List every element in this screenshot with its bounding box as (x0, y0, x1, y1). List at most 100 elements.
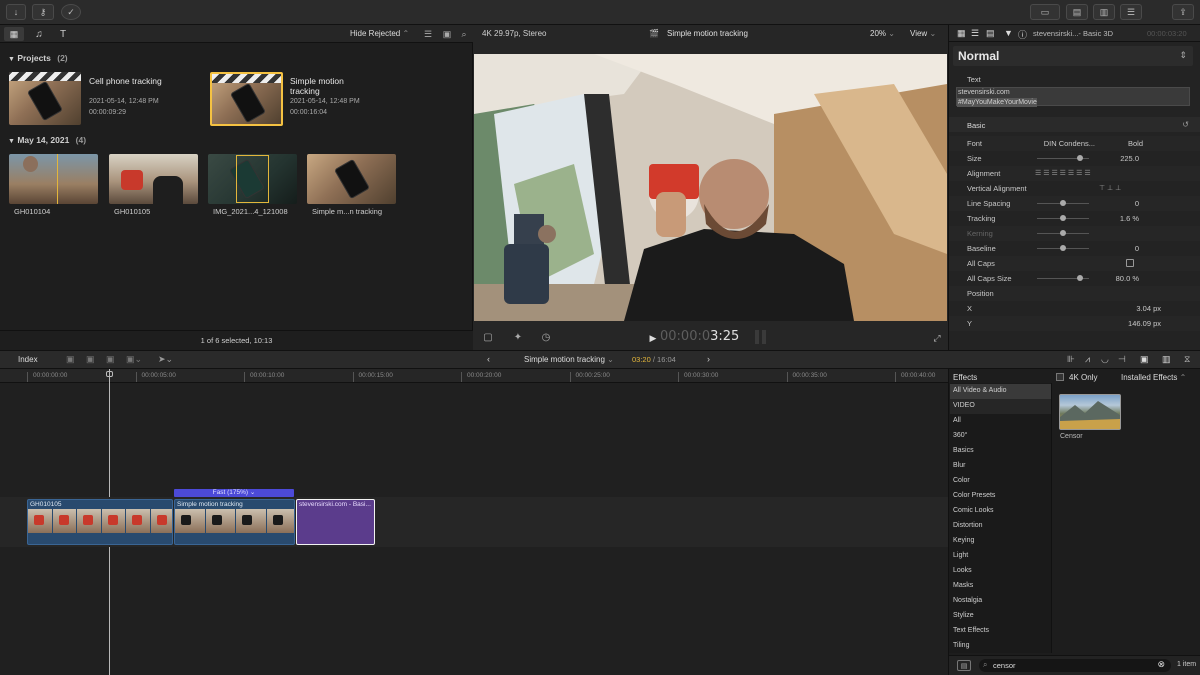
value-slider[interactable] (1037, 230, 1089, 236)
info-icon[interactable]: ⓘ (1018, 28, 1027, 41)
clip-appearance-icon[interactable]: ▣ (1140, 354, 1149, 365)
show-browser-button[interactable]: ▤ (1066, 4, 1088, 20)
effects-category-item[interactable]: Nostalgia (950, 594, 1051, 609)
show-timeline-button[interactable]: ▥ (1093, 4, 1115, 20)
insert-clip-icon[interactable]: ▣ (86, 354, 95, 365)
view-menu[interactable]: View ⌄ (910, 29, 936, 38)
inspector-row[interactable]: Alignment ☰ ☰ ☰ ☰ ☰ ☰ ☰ (949, 166, 1200, 181)
timecode-display[interactable]: 00:00:03:25 (660, 329, 739, 344)
clear-search-icon[interactable]: ⊗ (1157, 659, 1165, 670)
inspector-row[interactable]: Position (949, 286, 1200, 301)
inspector-row[interactable]: Vertical Alignment ⊤ ⊥ ⊥ (949, 181, 1200, 196)
play-icon[interactable]: ▶ (648, 333, 658, 343)
show-inspector-button[interactable]: ☰ (1120, 4, 1142, 20)
reset-icon[interactable]: ↺ (1182, 120, 1189, 129)
audio-skimming-icon[interactable]: ⩘ (1085, 354, 1090, 365)
alignment-buttons[interactable]: ☰ ☰ ☰ ☰ ☰ ☰ ☰ (1035, 169, 1091, 177)
effects-category-item[interactable]: Tiling (950, 639, 1051, 654)
basic-section-header[interactable]: Basic ↺ (949, 117, 1200, 132)
effects-category-item[interactable]: Distortion (950, 519, 1051, 534)
libraries-icon[interactable]: ▦ (4, 27, 24, 41)
inspector-row-value[interactable]: 225.0 (1120, 154, 1139, 163)
photos-icon[interactable]: ♫ (32, 27, 46, 41)
4k-only-checkbox[interactable] (1056, 373, 1064, 381)
event-section-header[interactable]: ▼ May 14, 2021 (4) (8, 135, 86, 145)
filter-inspector-icon[interactable]: ▼ (1004, 28, 1013, 38)
inspector-row[interactable]: Y 146.09 px (949, 316, 1200, 331)
effects-category-item[interactable]: Light (950, 549, 1051, 564)
effects-category-item[interactable]: Masks (950, 579, 1051, 594)
speed-icon[interactable]: ◷ (539, 331, 553, 343)
project-name-menu[interactable]: Simple motion tracking ⌄ (524, 355, 614, 364)
slider-knob[interactable] (1076, 155, 1083, 161)
effects-category-item[interactable]: Basics (950, 444, 1051, 459)
index-button[interactable]: Index (18, 355, 38, 364)
installed-effects-menu[interactable]: Installed Effects ⌃ (1121, 373, 1186, 382)
inspector-row[interactable]: All Caps Size 80.0 % (949, 271, 1200, 286)
effects-category-item[interactable]: Keying (950, 534, 1051, 549)
effects-category-item[interactable]: Color (950, 474, 1051, 489)
slider-knob[interactable] (1076, 275, 1083, 281)
inspector-row[interactable]: X 3.04 px (949, 301, 1200, 316)
keywords-button[interactable]: ⚷ (32, 4, 54, 20)
sidebar-toggle-icon[interactable]: ▤ (957, 660, 971, 671)
text-field[interactable]: stevensirski.com #MayYouMakeYourMovie (956, 87, 1190, 107)
preset-menu[interactable]: Normal ⇕ (953, 46, 1193, 66)
forward-icon[interactable]: › (707, 354, 710, 364)
value-slider[interactable] (1037, 155, 1089, 161)
list-view-icon[interactable]: ☰ (422, 28, 434, 40)
clip-thumbnail[interactable] (9, 154, 98, 204)
effects-category-item[interactable]: Text Effects (950, 624, 1051, 639)
inspector-row-value[interactable]: 1.6 % (1120, 214, 1139, 223)
film-inspector-icon[interactable]: ▤ (986, 28, 995, 39)
enhance-icon[interactable]: ✦ (511, 331, 525, 343)
inspector-row-value[interactable]: 80.0 % (1116, 274, 1139, 283)
project-thumbnail[interactable] (9, 72, 81, 125)
slider-knob[interactable] (1060, 200, 1066, 206)
timeline-clip[interactable]: GH010105 (27, 499, 173, 545)
slider-knob[interactable] (1060, 215, 1066, 221)
share-button[interactable]: ⇪ (1172, 4, 1194, 20)
effects-category-item[interactable]: Blur (950, 459, 1051, 474)
clip-thumbnail[interactable] (208, 154, 297, 204)
effects-category-item[interactable]: Comic Looks (950, 504, 1051, 519)
effects-browser-icon[interactable]: ▥ (1162, 354, 1171, 365)
all-caps-checkbox[interactable] (1126, 259, 1134, 267)
inspector-row-value[interactable]: 0 (1135, 199, 1139, 208)
connect-clip-icon[interactable]: ▣ (66, 354, 75, 365)
back-icon[interactable]: ‹ (487, 354, 490, 364)
inspector-row[interactable]: Tracking 1.6 % (949, 211, 1200, 226)
hide-rejected-menu[interactable]: Hide Rejected ⌃ (350, 29, 409, 38)
inspector-row[interactable]: All Caps (949, 256, 1200, 271)
inspector-row[interactable]: Font DIN Condens... Bold (949, 136, 1200, 151)
value-slider[interactable] (1037, 245, 1089, 251)
timeline-ruler[interactable]: 00:00:00:00 00:00:05:00 00:00:10:00 00:00:1… (0, 369, 948, 383)
transform-icon[interactable]: ▢ (481, 331, 495, 343)
effects-search-field[interactable]: ⌕ censor ⊗ (979, 659, 1171, 672)
effects-category-item[interactable]: VIDEO (950, 399, 1051, 414)
select-tool-icon[interactable]: ➤⌄ (158, 354, 173, 365)
clip-appearance-icon[interactable]: ▣ (441, 28, 453, 40)
effects-category-item[interactable]: Color Presets (950, 489, 1051, 504)
clip-thumbnail[interactable] (109, 154, 198, 204)
censor-effect-thumbnail[interactable] (1059, 394, 1121, 430)
fullscreen-icon[interactable]: ⤢ (931, 332, 943, 344)
titles-icon[interactable]: T (56, 27, 70, 41)
speed-bar[interactable]: Fast (175%) ⌄ (174, 489, 294, 497)
clip-thumbnail[interactable] (307, 154, 396, 204)
slider-knob[interactable] (1060, 230, 1066, 236)
value-slider[interactable] (1037, 275, 1089, 281)
transitions-browser-icon[interactable]: ⧖ (1184, 354, 1190, 365)
inspector-row[interactable]: Line Spacing 0 (949, 196, 1200, 211)
video-frame[interactable] (474, 54, 947, 321)
inspector-row[interactable]: Baseline 0 (949, 241, 1200, 256)
background-tasks-button[interactable]: ✓ (61, 4, 81, 20)
import-button[interactable]: ↓ (6, 4, 26, 20)
layout-button[interactable]: ▭ (1030, 4, 1060, 20)
inspector-row-value[interactable]: 0 (1135, 244, 1139, 253)
overwrite-clip-icon[interactable]: ▣⌄ (126, 354, 142, 365)
video-inspector-icon[interactable]: ▦ (957, 28, 966, 39)
zoom-menu[interactable]: 20% ⌄ (870, 29, 895, 38)
effects-category-item[interactable]: Stylize (950, 609, 1051, 624)
effects-category-item[interactable]: All Video & Audio (950, 384, 1051, 399)
